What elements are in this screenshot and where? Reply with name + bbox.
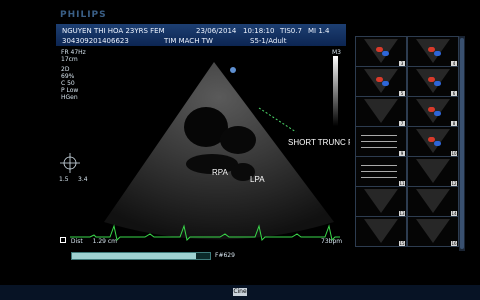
measurement-value: 1.29 cm xyxy=(92,238,118,245)
scrollbar-thumb[interactable] xyxy=(460,38,464,249)
thumbnail-12[interactable]: 12 xyxy=(407,156,459,187)
ultrasound-screen: PHILIPS NGUYEN THI HOA 23YRS FEM 23/06/2… xyxy=(0,0,480,300)
frequency: HGen xyxy=(61,94,78,101)
scale-mark-left: 1.5 xyxy=(59,176,69,183)
thumbnail-4[interactable]: 4 xyxy=(407,36,459,67)
doppler-trace xyxy=(361,177,397,178)
brand-logo: PHILIPS xyxy=(60,10,107,20)
doppler-trace xyxy=(361,147,397,148)
color-flow xyxy=(434,141,441,146)
thumbnail-11[interactable]: 11 xyxy=(355,156,407,187)
thumbnail-14[interactable]: 14 xyxy=(407,186,459,217)
lpa-label: LPA xyxy=(250,175,265,184)
cine-progress-fill xyxy=(72,253,197,259)
rpa-label: RPA xyxy=(212,168,229,177)
pulmonary-artery xyxy=(220,126,256,154)
power: P Low xyxy=(61,87,79,94)
thumbnail-scrollbar[interactable] xyxy=(459,36,465,251)
thumbnail-6[interactable]: 6 xyxy=(407,66,459,97)
sector-preview xyxy=(416,159,450,183)
doppler-trace xyxy=(361,141,397,142)
sector-preview xyxy=(416,219,450,243)
color-flow xyxy=(434,81,441,86)
cine-button[interactable]: Cine xyxy=(233,288,247,296)
doppler-trace xyxy=(361,165,397,166)
thumbnail-number: 15 xyxy=(399,241,405,246)
color-flow xyxy=(382,51,389,56)
thumbnail-8[interactable]: 8 xyxy=(407,96,459,127)
thumbnail-7[interactable]: 7 xyxy=(355,96,407,127)
doppler-trace xyxy=(361,171,397,172)
compress: C 50 xyxy=(61,80,75,87)
thumbnail-16[interactable]: 16 xyxy=(407,216,459,247)
bottom-bar: Cine xyxy=(0,285,480,300)
heart-rate: 73bpm xyxy=(321,238,343,245)
department: TIM MACH TW xyxy=(164,37,213,45)
thumbnail-number: 16 xyxy=(451,241,457,246)
sector-preview xyxy=(416,189,450,213)
orientation-marker xyxy=(230,67,236,73)
color-flow xyxy=(434,51,441,56)
frame-counter: F#629 xyxy=(215,252,235,259)
short-trunc-label: SHORT TRUNC PA xyxy=(288,138,350,147)
tis-value: TIS0.7 xyxy=(280,27,302,35)
mi-value: MI 1.4 xyxy=(308,27,330,35)
thumbnail-3[interactable]: 3 xyxy=(355,36,407,67)
cine-progress-bar[interactable] xyxy=(71,252,211,260)
sector-cone xyxy=(104,62,334,240)
measurement-label: Dist xyxy=(70,238,83,245)
sector-preview xyxy=(364,99,398,123)
patient-name: NGUYEN THI HOA 23YRS FEM xyxy=(62,27,165,35)
gain: 69% xyxy=(61,73,75,80)
thumbnail-10[interactable]: 10 xyxy=(407,126,459,157)
doppler-trace xyxy=(361,135,397,136)
frame-rate: FR 47Hz xyxy=(61,49,86,56)
sector-preview xyxy=(364,189,398,213)
exam-time: 10:18:10 xyxy=(243,27,275,35)
measurement-box: Dist 1.29 cm xyxy=(60,237,117,245)
measure-line xyxy=(258,107,297,133)
plus-icon xyxy=(60,237,66,243)
depth: 17cm xyxy=(61,56,78,63)
thumbnail-15[interactable]: 15 xyxy=(355,216,407,247)
thumbnail-13[interactable]: 13 xyxy=(355,186,407,217)
thumbnail-panel[interactable]: 3 4 5 6 7 8 9 10 11 12 13 14 15 16 xyxy=(355,36,459,248)
ultrasound-image: SHORT TRUNC PA RPA LPA xyxy=(104,62,350,240)
mode: 2D xyxy=(61,66,70,73)
thumbnail-5[interactable]: 5 xyxy=(355,66,407,97)
probe-preset: S5-1/Adult xyxy=(250,37,287,45)
color-flow xyxy=(434,111,441,116)
thumbnail-9[interactable]: 9 xyxy=(355,126,407,157)
sector-preview xyxy=(364,219,398,243)
exam-date: 23/06/2014 xyxy=(196,27,237,35)
patient-id: 304309201406623 xyxy=(62,37,129,45)
color-flow xyxy=(382,81,389,86)
scale-mark-right: 3.4 xyxy=(78,176,88,183)
patient-header: NGUYEN THI HOA 23YRS FEM 23/06/2014 10:1… xyxy=(56,24,346,46)
